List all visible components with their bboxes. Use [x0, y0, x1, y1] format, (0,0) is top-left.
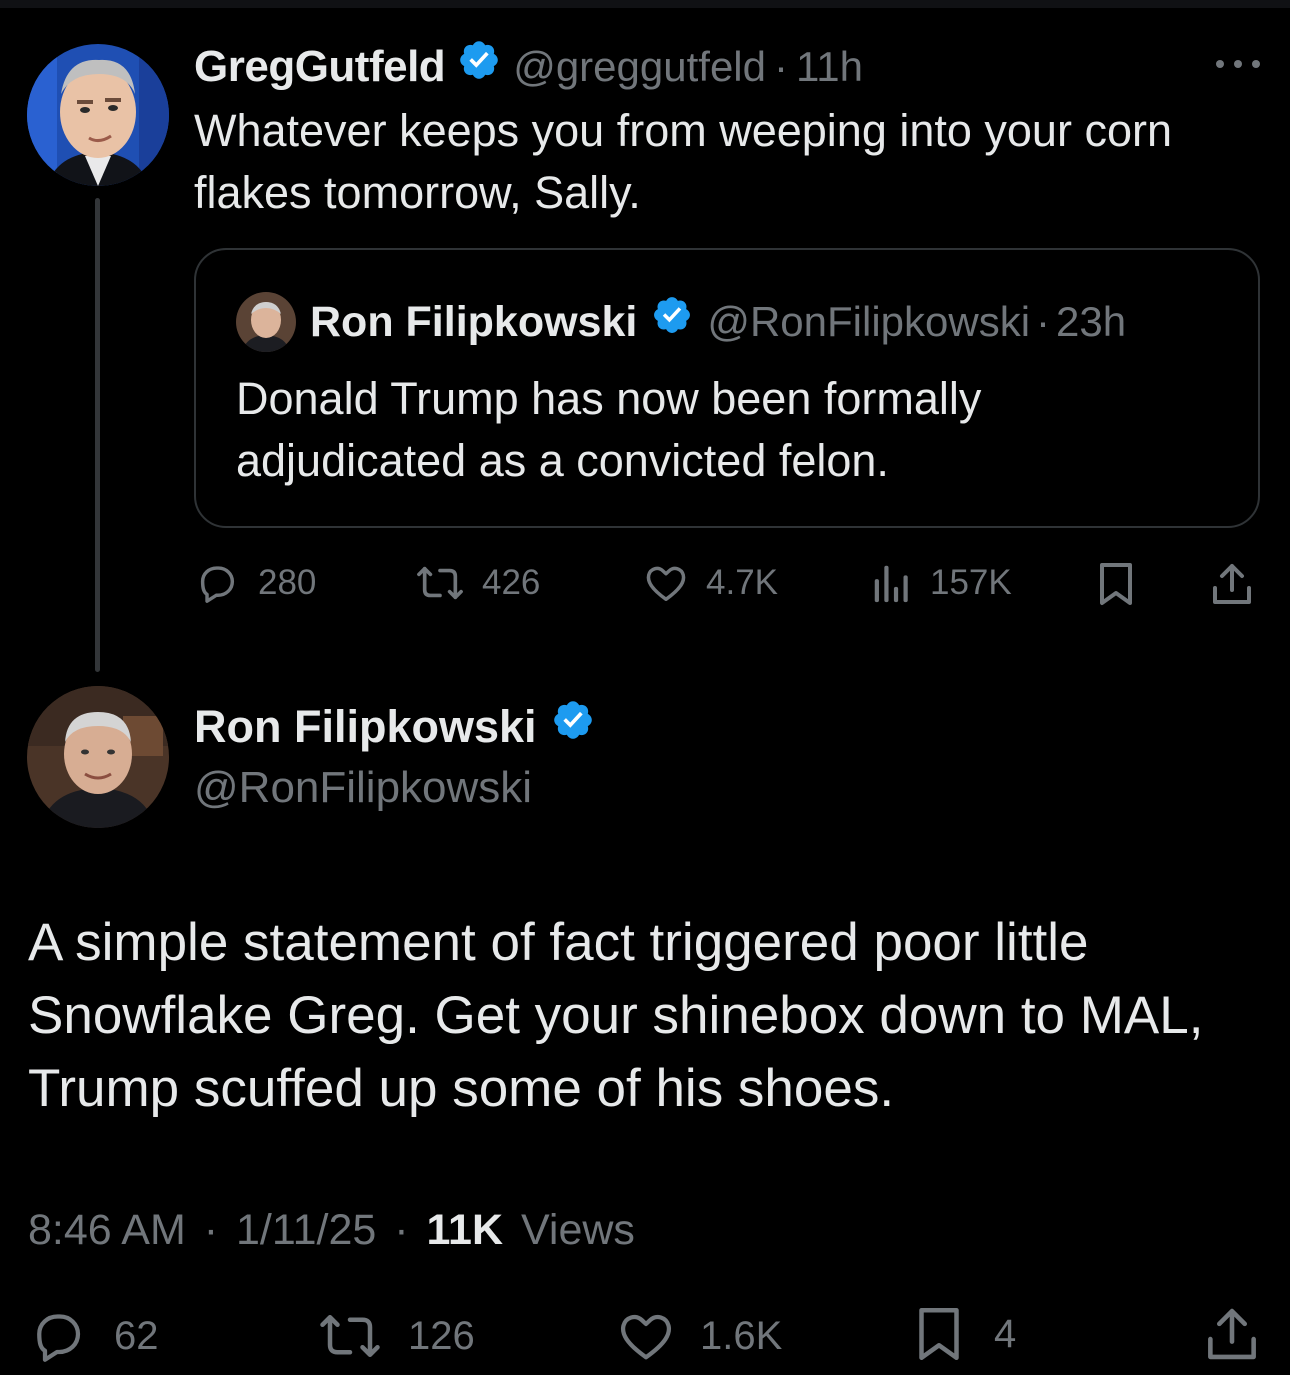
repost-count: 126: [408, 1313, 475, 1358]
bookmark-icon: [914, 1302, 964, 1366]
avatar[interactable]: [27, 686, 169, 828]
quoted-avatar: [236, 292, 296, 352]
verified-badge-icon: [651, 294, 693, 350]
separator: ·: [203, 1206, 219, 1254]
repost-count: 426: [482, 563, 541, 602]
reply-icon: [28, 1306, 88, 1366]
separator: ·: [774, 42, 788, 90]
views-button[interactable]: 157K: [870, 560, 1012, 606]
quoted-tweet-header: Ron Filipkowski @RonFilipkowski · 23h: [310, 294, 1126, 350]
tweet-time[interactable]: 11h: [796, 40, 863, 94]
bookmark-button[interactable]: 4: [914, 1302, 1016, 1366]
reply-icon: [194, 560, 240, 606]
reply-count: 62: [114, 1313, 159, 1358]
separator: ·: [394, 1206, 409, 1254]
share-icon: [1210, 560, 1254, 608]
tweet-header: GregGutfeld @greggutfeld · 11h: [194, 38, 863, 95]
bookmark-icon: [1096, 560, 1136, 608]
quoted-author-handle: @RonFilipkowski: [707, 298, 1031, 345]
like-count: 1.6K: [700, 1313, 783, 1358]
tweet-meta: 8:46 AM · 1/11/25 · 11K Views: [28, 1200, 635, 1260]
repost-icon: [414, 560, 466, 606]
bookmark-button[interactable]: [1096, 560, 1136, 608]
quoted-tweet-card[interactable]: Ron Filipkowski @RonFilipkowski · 23h Do…: [194, 248, 1260, 528]
views-label: Views: [520, 1206, 635, 1254]
verified-badge-icon: [457, 38, 501, 95]
tweet-text: Whatever keeps you from weeping into you…: [194, 105, 1172, 218]
tweet-date[interactable]: 1/11/25: [236, 1206, 376, 1254]
bookmark-count: 4: [994, 1311, 1017, 1356]
share-button[interactable]: [1210, 560, 1254, 608]
verified-badge-icon: [551, 698, 595, 755]
like-count: 4.7K: [706, 563, 778, 602]
more-horizontal-icon[interactable]: [1210, 52, 1266, 76]
author-handle[interactable]: @greggutfeld: [513, 40, 766, 94]
quoted-author-name: Ron Filipkowski: [310, 298, 638, 346]
share-button[interactable]: [1204, 1302, 1260, 1366]
like-button[interactable]: 4.7K: [642, 560, 778, 606]
repost-icon: [316, 1306, 384, 1366]
views-count: 157K: [930, 563, 1012, 602]
quoted-tweet-time: 23h: [1056, 298, 1127, 345]
heart-icon: [616, 1306, 676, 1366]
like-button[interactable]: 1.6K: [616, 1306, 782, 1366]
separator: ·: [1036, 298, 1051, 345]
share-icon: [1204, 1302, 1260, 1366]
views-bar-chart-icon: [870, 560, 914, 606]
repost-button[interactable]: 426: [414, 560, 540, 606]
thread-connector-line: [95, 198, 100, 672]
tweet-time[interactable]: 8:46 AM: [28, 1206, 186, 1254]
quoted-tweet-text: Donald Trump has now been formally adjud…: [236, 373, 982, 486]
views-count[interactable]: 11K: [427, 1206, 504, 1254]
repost-button[interactable]: 126: [316, 1306, 475, 1366]
heart-icon: [642, 560, 690, 606]
reply-button[interactable]: 62: [28, 1306, 159, 1366]
reply-button[interactable]: 280: [194, 560, 316, 606]
avatar[interactable]: [27, 44, 169, 186]
author-name[interactable]: GregGutfeld: [194, 40, 446, 94]
tweet-text: A simple statement of fact triggered poo…: [28, 913, 1204, 1118]
author-handle[interactable]: @RonFilipkowski: [194, 760, 532, 816]
reply-count: 280: [258, 563, 317, 602]
tweet-header: Ron Filipkowski: [194, 698, 595, 755]
author-name[interactable]: Ron Filipkowski: [194, 699, 537, 755]
status-strip: [0, 0, 1290, 8]
